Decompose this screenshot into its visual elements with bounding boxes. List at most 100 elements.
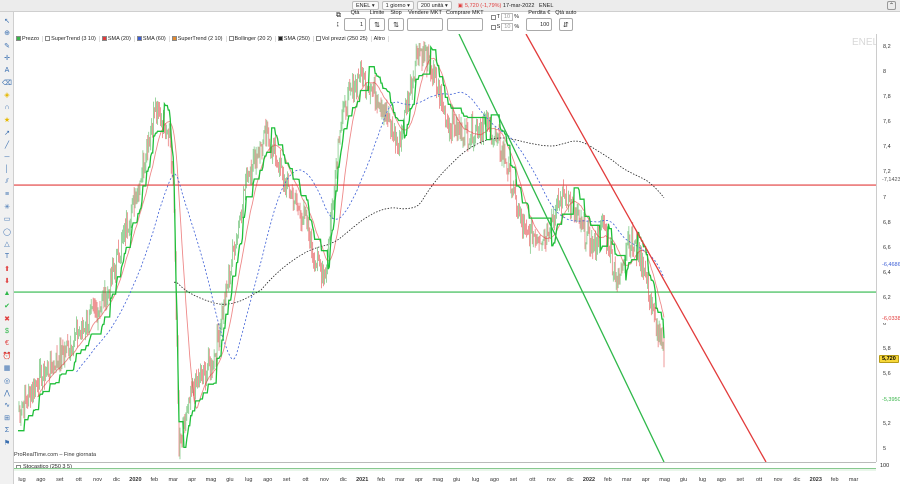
up-arrow-icon[interactable]: ⬆	[2, 264, 12, 274]
buy-icon[interactable]: $	[2, 326, 12, 336]
target-icon[interactable]: ◎	[2, 376, 12, 386]
crosshair-icon[interactable]: ✛	[2, 53, 12, 63]
sell-label: Vendere MKT	[408, 10, 442, 16]
text-icon[interactable]: A	[2, 66, 12, 76]
wave-icon[interactable]: ∿	[2, 400, 12, 410]
eraser-icon[interactable]: ⌫	[2, 78, 12, 88]
buy-market-button[interactable]: ▾▴	[446, 18, 483, 31]
alert-icon[interactable]: ⏰	[2, 351, 12, 361]
magnet-icon[interactable]: ∩	[2, 103, 12, 113]
sell-market-button[interactable]: ▾▴	[407, 18, 443, 31]
x-year-label: 2022	[582, 477, 596, 483]
x-month-label: mag	[205, 477, 217, 483]
vline-icon[interactable]: │	[2, 165, 12, 175]
x-icon[interactable]: ✖	[2, 314, 12, 324]
stat-icon[interactable]: ▦	[2, 363, 12, 373]
drawing-toolbar: ↖ ⊕ ✎ ✛ A ⌫ ◈ ∩ ★ ↗ ╱ ─ │ ⫽ ≡ ✳ ▭ ◯ △ T ⬆ ⬇ ▲ ✔ ✖ $ € ⏰ ▦ ◎ ⋀ ∿ ⊞ Σ ⚑	[0, 12, 14, 484]
stop-button[interactable]: ⇅	[388, 18, 404, 31]
bucket-icon[interactable]: ◈	[2, 90, 12, 100]
units-label: 200 unità	[420, 2, 444, 9]
hline-icon[interactable]: ─	[2, 152, 12, 162]
sell-icon[interactable]: €	[2, 338, 12, 348]
x-month-label: feb	[830, 477, 839, 483]
x-month-label: nov	[773, 477, 783, 483]
limit-label: Limite	[369, 10, 385, 16]
s-checkbox[interactable]	[490, 24, 496, 30]
pencil-icon[interactable]: ✎	[2, 41, 12, 51]
rect-icon[interactable]: ▭	[2, 214, 12, 224]
grid-icon[interactable]: ⊞	[2, 413, 12, 423]
legend-label: Prezzo	[22, 35, 40, 42]
sum-icon[interactable]: Σ	[2, 425, 12, 435]
price-level-tag: -6,0338	[879, 315, 900, 324]
x-month-label: mar	[622, 477, 632, 483]
price-level-tag: -7,1423	[879, 175, 900, 184]
fib-icon[interactable]: ≡	[2, 190, 12, 200]
chart-icon: ▣	[457, 2, 463, 9]
s-pct-input[interactable]: 10	[501, 23, 514, 31]
legend-item-7[interactable]: Vol prezzi (250 25)	[315, 35, 372, 42]
x-month-label: dic	[339, 477, 347, 483]
bottom-panel: ProRealTime.com – Fine giornata Stocasti…	[14, 452, 900, 484]
price-axis[interactable]: 8,287,87,67,47,276,86,66,46,265,85,65,45…	[876, 34, 900, 462]
flag-icon[interactable]: ⚑	[2, 438, 12, 448]
legend-item-6[interactable]: SMA (250)	[277, 35, 314, 42]
x-month-label: feb	[604, 477, 612, 483]
y-tick-label: 6,6	[883, 245, 891, 251]
legend-item-5[interactable]: Bollinger (20 2)	[228, 35, 276, 42]
cursor-icon[interactable]: ↖	[2, 16, 12, 26]
legend-item-0[interactable]: Prezzo	[16, 35, 44, 42]
y-tick-label: 5	[883, 446, 887, 453]
y-tick-label: 8,2	[883, 43, 891, 50]
loss-input[interactable]: 100	[526, 18, 553, 31]
zoom-icon[interactable]: ⊕	[2, 28, 12, 38]
x-month-label: feb	[377, 477, 385, 483]
y-tick-label: 6,4	[883, 270, 891, 277]
qty-auto-label: Qtà auto	[555, 10, 577, 16]
line-icon[interactable]: ╱	[2, 140, 12, 150]
indicator-legend: Prezzo SuperTrend (3 10) SMA (20) SMA (60) S…	[16, 34, 389, 43]
legend-item-8[interactable]: Altro	[374, 35, 389, 42]
ellipse-icon[interactable]: ◯	[2, 227, 12, 237]
units-select[interactable]: 200 unità ▾	[416, 1, 452, 10]
legend-swatch	[277, 36, 283, 41]
buy-icon: ▾▴	[462, 21, 468, 28]
check-icon[interactable]: ✔	[2, 301, 12, 311]
x-month-label: dic	[566, 477, 574, 483]
qty-label: Qtà	[350, 10, 360, 16]
star-icon[interactable]: ★	[2, 115, 12, 125]
y-tick-label: 7,6	[883, 119, 891, 126]
timeframe-select[interactable]: 1 giorno ▾	[381, 1, 414, 10]
limit-button[interactable]: ⇅	[369, 18, 385, 31]
legend-item-4[interactable]: SuperTrend (2 10)	[171, 35, 227, 42]
triangle-icon[interactable]: △	[2, 239, 12, 249]
t-checkbox[interactable]	[490, 14, 496, 20]
symbol-select[interactable]: ENEL ▾	[352, 1, 379, 10]
up-green-icon[interactable]: ▲	[2, 289, 12, 299]
text-tool-icon[interactable]: T	[2, 252, 12, 262]
legend-item-3[interactable]: SMA (60)	[136, 35, 170, 42]
arrow-icon[interactable]: ↗	[2, 128, 12, 138]
order-icon[interactable]: ⧉	[336, 12, 341, 20]
t-pct-input[interactable]: 10	[500, 13, 514, 21]
channel-icon[interactable]: ⫽	[2, 177, 12, 187]
down-arrow-icon[interactable]: ⬇	[2, 276, 12, 286]
legend-label: SuperTrend (3 10)	[51, 35, 96, 42]
stochastic-panel[interactable]: Stocastico (250 3 5)	[14, 462, 876, 471]
s-pct-sign: %	[514, 24, 520, 30]
t-label: T	[496, 14, 500, 20]
collapse-button[interactable]: ⌃	[887, 1, 896, 10]
price-chart[interactable]	[14, 34, 876, 462]
legend-item-1[interactable]: SuperTrend (3 10)	[45, 35, 100, 42]
y-tick-label: 6,8	[883, 219, 891, 226]
sma60-line	[76, 91, 665, 373]
legend-swatch	[136, 36, 142, 41]
order-type-icon[interactable]: ↨	[336, 21, 341, 28]
legend-item-2[interactable]: SMA (20)	[101, 35, 135, 42]
legend-label: SMA (20)	[107, 35, 131, 42]
gann-icon[interactable]: ✳	[2, 202, 12, 212]
date-label: 17-mar-2022	[502, 2, 535, 9]
zigzag-icon[interactable]: ⋀	[2, 388, 12, 398]
qty-auto-button[interactable]: ⇵	[558, 18, 573, 31]
qty-input[interactable]: 1	[344, 18, 366, 31]
